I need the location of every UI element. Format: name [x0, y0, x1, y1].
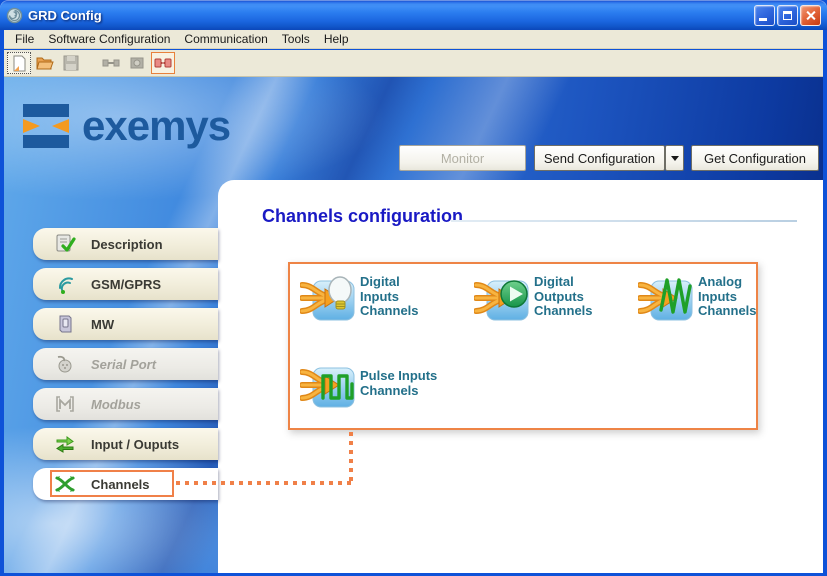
- brand-logo-text: exemys: [82, 105, 230, 147]
- connect-icon: [102, 56, 120, 70]
- menu-software-configuration[interactable]: Software Configuration: [41, 31, 177, 47]
- signal-icon: [54, 273, 76, 295]
- main-area: exemys Monitor Send Configuration Get Co…: [4, 77, 823, 573]
- digital-inputs-icon: [300, 268, 358, 326]
- chevron-down-icon: [671, 156, 679, 161]
- digital-outputs-icon: [474, 268, 532, 326]
- brand-logo: exemys: [18, 99, 230, 153]
- send-configuration-label: Send Configuration: [544, 151, 655, 166]
- sidebar-item-modbus[interactable]: Modbus: [33, 388, 218, 420]
- device-settings-icon: [129, 55, 145, 71]
- save-icon: [63, 55, 79, 71]
- channels-highlight-box: [50, 470, 174, 497]
- disconnect-button[interactable]: [151, 52, 175, 74]
- device-settings-button[interactable]: [125, 52, 149, 74]
- sidebar-item-description[interactable]: Description: [33, 228, 218, 260]
- send-configuration-dropdown-button[interactable]: [665, 145, 684, 171]
- heading-divider: [451, 220, 797, 222]
- close-button[interactable]: [800, 5, 821, 26]
- menu-file[interactable]: File: [8, 31, 41, 47]
- app-window: GRD Config File Software Configuration C…: [0, 0, 827, 576]
- sidebar-item-label: Input / Ouputs: [91, 437, 179, 452]
- digital-inputs-label: Digital Inputs Channels: [360, 275, 442, 319]
- app-icon: [6, 7, 23, 24]
- analog-inputs-channels-item[interactable]: Analog Inputs Channels: [638, 268, 780, 326]
- pulse-inputs-icon: [300, 355, 358, 413]
- sidebar-item-label: Modbus: [91, 397, 141, 412]
- sidebar-item-label: GSM/GPRS: [91, 277, 161, 292]
- toolbar: [4, 50, 823, 77]
- get-configuration-button[interactable]: Get Configuration: [691, 145, 819, 171]
- sidebar-item-mw[interactable]: MW: [33, 308, 218, 340]
- window-title: GRD Config: [28, 8, 754, 23]
- device-icon: [54, 313, 76, 335]
- sidebar-item-input-outputs[interactable]: Input / Ouputs: [33, 428, 218, 460]
- disconnect-icon: [154, 56, 172, 70]
- connector-dotted-horizontal: [176, 481, 353, 485]
- close-icon: [805, 10, 816, 21]
- send-configuration-button[interactable]: Send Configuration: [534, 145, 665, 171]
- sidebar-item-label: Serial Port: [91, 357, 156, 372]
- sidebar-item-gsm-gprs[interactable]: GSM/GPRS: [33, 268, 218, 300]
- digital-inputs-channels-item[interactable]: Digital Inputs Channels: [300, 268, 442, 326]
- maximize-icon: [783, 11, 792, 20]
- digital-outputs-label: Digital Outputs Channels: [534, 275, 616, 319]
- serial-connector-icon: [54, 353, 76, 375]
- open-file-button[interactable]: [33, 52, 57, 74]
- save-button[interactable]: [59, 52, 83, 74]
- pulse-inputs-channels-item[interactable]: Pulse Inputs Channels: [300, 355, 442, 413]
- get-configuration-label: Get Configuration: [704, 151, 806, 166]
- maximize-button[interactable]: [777, 5, 798, 26]
- modbus-icon: [54, 393, 76, 415]
- connector-dotted-vertical: [349, 432, 353, 484]
- menu-communication[interactable]: Communication: [177, 31, 274, 47]
- sidebar-item-serial-port[interactable]: Serial Port: [33, 348, 218, 380]
- open-folder-icon: [36, 55, 54, 71]
- minimize-icon: [759, 18, 767, 21]
- sidebar-item-label: Description: [91, 237, 163, 252]
- exemys-logo-mark: [18, 99, 74, 153]
- channels-panel: Digital Inputs Channels: [288, 262, 758, 430]
- new-file-icon: [11, 55, 28, 72]
- menu-help[interactable]: Help: [317, 31, 356, 47]
- arrows-exchange-icon: [54, 433, 76, 455]
- analog-inputs-label: Analog Inputs Channels: [698, 275, 780, 319]
- new-file-button[interactable]: [7, 52, 31, 74]
- menu-tools[interactable]: Tools: [275, 31, 317, 47]
- page-title: Channels configuration: [262, 206, 463, 227]
- title-bar: GRD Config: [0, 0, 827, 30]
- digital-outputs-channels-item[interactable]: Digital Outputs Channels: [474, 268, 616, 326]
- minimize-button[interactable]: [754, 5, 775, 26]
- analog-inputs-icon: [638, 268, 696, 326]
- content-panel: Channels configuration: [218, 180, 823, 573]
- monitor-button-label: Monitor: [441, 151, 484, 166]
- pulse-inputs-label: Pulse Inputs Channels: [360, 369, 442, 398]
- notes-check-icon: [54, 233, 76, 255]
- connect-button[interactable]: [99, 52, 123, 74]
- menu-bar: File Software Configuration Communicatio…: [4, 30, 823, 49]
- monitor-button[interactable]: Monitor: [399, 145, 526, 171]
- sidebar-item-label: MW: [91, 317, 114, 332]
